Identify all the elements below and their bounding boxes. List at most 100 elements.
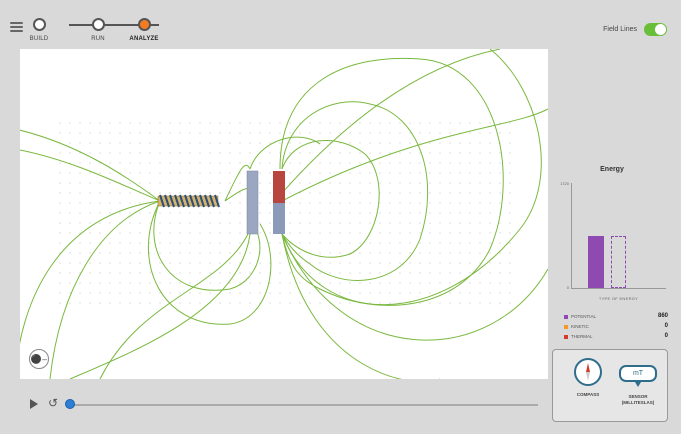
grid-dot — [439, 282, 441, 284]
grid-dot — [499, 132, 501, 134]
grid-dot — [129, 292, 131, 294]
grid-dot — [479, 252, 481, 254]
grid-dot — [59, 182, 61, 184]
toggle-knob — [655, 24, 666, 35]
grid-dot — [159, 222, 161, 224]
grid-dot — [349, 162, 351, 164]
grid-dot — [369, 292, 371, 294]
grid-dot — [219, 252, 221, 254]
grid-dot — [419, 272, 421, 274]
grid-dot — [139, 142, 141, 144]
grid-dot — [349, 212, 351, 214]
timeline-slider[interactable] — [70, 404, 538, 406]
simulation-canvas[interactable] — [20, 49, 548, 379]
grid-dot — [399, 232, 401, 234]
grid-dot — [329, 192, 331, 194]
grid-dot — [389, 152, 391, 154]
grid-dot — [369, 142, 371, 144]
grid-dot — [479, 222, 481, 224]
grid-dot — [419, 222, 421, 224]
legend-swatch — [564, 324, 568, 329]
grid-dot — [209, 232, 211, 234]
field-lines-toggle[interactable] — [644, 23, 667, 36]
grid-dot — [209, 282, 211, 284]
grid-dot — [199, 182, 201, 184]
grid-dot — [289, 142, 291, 144]
grid-dot — [329, 282, 331, 284]
grid-dot — [339, 232, 341, 234]
grid-dot — [369, 192, 371, 194]
grid-dot — [159, 182, 161, 184]
grid-dot — [479, 282, 481, 284]
grid-dot — [509, 232, 511, 234]
step-build[interactable]: BUILD — [9, 18, 69, 42]
grid-dot — [489, 152, 491, 154]
grid-dot — [199, 142, 201, 144]
grid-dot — [409, 182, 411, 184]
grid-dot — [199, 272, 201, 274]
grid-dot — [249, 292, 251, 294]
step-build-label: BUILD — [29, 36, 49, 42]
grid-dot — [419, 232, 421, 234]
grid-dot — [179, 302, 181, 304]
reset-icon[interactable]: ↺ — [48, 396, 58, 410]
grid-dot — [269, 132, 271, 134]
grid-dot — [259, 192, 261, 194]
grid-dot — [499, 122, 501, 124]
sensor-tool[interactable]: mT SENSOR (MILLITESLAS) — [613, 358, 663, 406]
x-axis — [571, 288, 666, 289]
step-analyze[interactable]: ANALYZE — [114, 18, 174, 42]
grid-dot — [169, 132, 171, 134]
grid-dot — [229, 302, 231, 304]
grid-dot — [109, 262, 111, 264]
grid-dot — [479, 162, 481, 164]
timeline-thumb[interactable] — [65, 399, 75, 409]
sensor-label-line1: SENSOR — [628, 394, 648, 399]
grid-dot — [319, 212, 321, 214]
grid-dot — [299, 242, 301, 244]
grid-dot — [309, 192, 311, 194]
grid-dot — [389, 212, 391, 214]
legend-thermal: THERMAL 0 — [564, 333, 668, 339]
grid-dot — [169, 222, 171, 224]
compass-tool[interactable]: COMPASS — [563, 358, 613, 398]
play-button[interactable] — [30, 399, 38, 409]
grid-dot — [429, 182, 431, 184]
grid-dot — [69, 132, 71, 134]
grid-dot — [359, 132, 361, 134]
grid-dot — [139, 252, 141, 254]
grid-dot — [489, 232, 491, 234]
grid-dot — [229, 262, 231, 264]
grid-dot — [489, 202, 491, 204]
key-icon[interactable]: ⚫– — [29, 349, 49, 369]
grid-dot — [479, 292, 481, 294]
grid-dot — [439, 222, 441, 224]
grid-dot — [509, 132, 511, 134]
grid-dot — [199, 212, 201, 214]
grid-dot — [119, 262, 121, 264]
grid-dot — [439, 202, 441, 204]
grid-dot — [509, 222, 511, 224]
grid-dot — [259, 162, 261, 164]
grid-dot — [269, 152, 271, 154]
grid-dot — [329, 122, 331, 124]
iron-bar — [246, 170, 259, 235]
grid-dot — [229, 122, 231, 124]
grid-dot — [179, 192, 181, 194]
field-lines-label: Field Lines — [603, 26, 637, 33]
grid-dot — [59, 132, 61, 134]
grid-dot — [279, 272, 281, 274]
grid-dot — [99, 192, 101, 194]
grid-dot — [369, 282, 371, 284]
grid-dot — [209, 162, 211, 164]
grid-dot — [69, 182, 71, 184]
grid-dot — [89, 222, 91, 224]
x-axis-label: TYPE OF ENERGY — [598, 296, 639, 301]
grid-dot — [359, 122, 361, 124]
grid-dot — [189, 132, 191, 134]
grid-dot — [99, 232, 101, 234]
grid-dot — [449, 132, 451, 134]
needle-north — [586, 363, 590, 372]
grid-dot — [189, 162, 191, 164]
grid-dot — [499, 192, 501, 194]
